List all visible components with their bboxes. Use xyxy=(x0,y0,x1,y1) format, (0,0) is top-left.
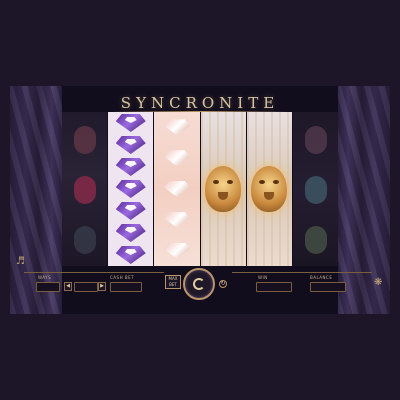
max-bet-button[interactable]: MAX BET xyxy=(165,275,181,289)
purple-diamond-symbol xyxy=(115,158,146,176)
blurred-symbol xyxy=(304,226,327,254)
purple-diamond-symbol xyxy=(115,136,146,154)
pink-diamond-symbol xyxy=(163,119,190,136)
left-drape xyxy=(10,86,62,314)
menu-icon[interactable]: ❋ xyxy=(374,277,382,288)
pink-diamond-symbol xyxy=(163,150,190,167)
pink-diamond-symbol xyxy=(163,211,190,228)
balance-label: BALANCE xyxy=(310,275,333,280)
decrease-bet-button[interactable]: ◀ xyxy=(64,282,72,291)
cash-bet-label: CASH BET xyxy=(110,275,135,280)
purple-diamond-symbol xyxy=(115,180,146,198)
cash-bet-display-secondary xyxy=(110,282,142,292)
sound-icon[interactable]: ♬ xyxy=(16,256,25,267)
golden-lion-symbol xyxy=(251,166,288,212)
balance-display xyxy=(310,282,346,292)
win-label: WIN xyxy=(258,275,268,280)
win-display xyxy=(256,282,292,292)
blurred-symbol xyxy=(304,176,327,204)
pink-diamond-symbol xyxy=(163,180,190,197)
reel-3 xyxy=(154,112,200,266)
purple-diamond-symbol xyxy=(115,246,146,264)
game-title: SYNCRONITE xyxy=(120,94,280,112)
reel-4 xyxy=(200,112,246,266)
pink-diamond-symbol xyxy=(163,242,190,259)
ways-label: WAYS xyxy=(38,275,52,280)
blurred-symbol xyxy=(304,126,327,154)
golden-lion-symbol xyxy=(205,166,242,212)
panel-rule xyxy=(24,272,164,273)
reel-1 xyxy=(62,112,108,266)
autoplay-icon[interactable]: ↻ xyxy=(219,280,227,288)
purple-diamond-symbol xyxy=(115,202,146,220)
reel-area xyxy=(62,112,339,266)
panel-rule xyxy=(232,272,372,273)
cash-bet-display xyxy=(74,282,98,292)
reel-6 xyxy=(292,112,339,266)
reel-5 xyxy=(246,112,292,266)
purple-diamond-symbol xyxy=(115,114,146,132)
reel-2 xyxy=(108,112,154,266)
increase-bet-button[interactable]: ▶ xyxy=(98,282,106,291)
blurred-symbol xyxy=(74,176,96,204)
blurred-symbol xyxy=(74,226,96,254)
spin-button[interactable] xyxy=(183,268,215,300)
purple-diamond-symbol xyxy=(115,224,146,242)
blurred-symbol xyxy=(74,126,96,154)
ways-display xyxy=(36,282,60,292)
